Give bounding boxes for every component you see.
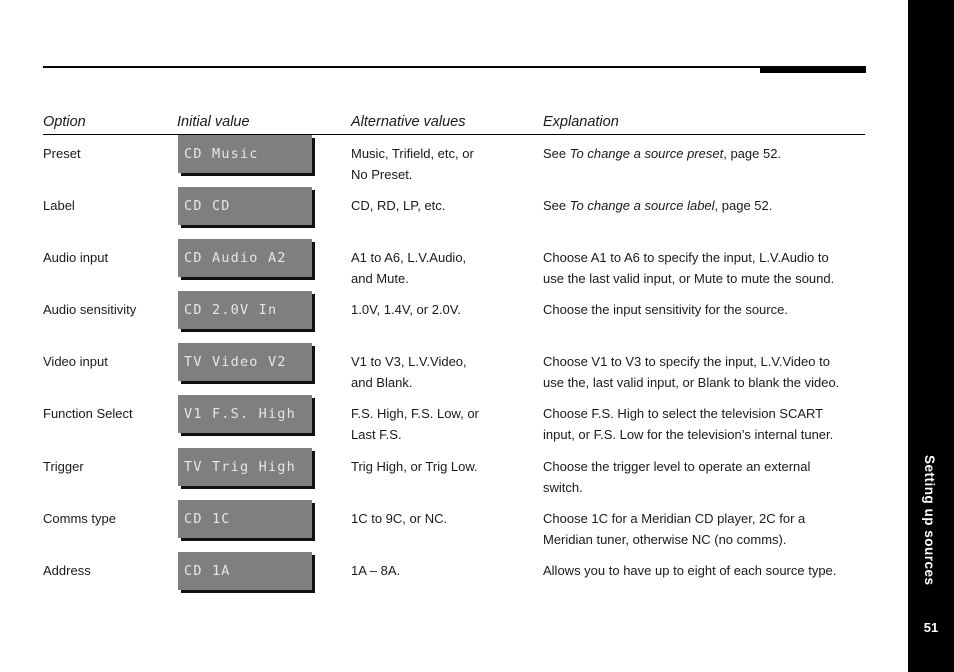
alternative-values: Trig High, or Trig Low. bbox=[351, 456, 531, 477]
alt-line-1: CD, RD, LP, etc. bbox=[351, 198, 446, 213]
option-name: Function Select bbox=[43, 406, 133, 421]
lcd-display: CD Audio A2 bbox=[178, 239, 312, 277]
explanation: Choose A1 to A6 to specify the input, L.… bbox=[543, 247, 873, 289]
alternative-values: 1C to 9C, or NC. bbox=[351, 508, 531, 529]
lcd-display: CD Music bbox=[178, 135, 312, 173]
exp-text: Choose 1C for a Meridian CD player, 2C f… bbox=[543, 511, 806, 526]
exp-text: Choose A1 to A6 to specify the input, L.… bbox=[543, 250, 829, 265]
explanation: Allows you to have up to eight of each s… bbox=[543, 560, 873, 581]
option-name: Trigger bbox=[43, 459, 84, 474]
lcd-display: CD 1A bbox=[178, 552, 312, 590]
top-rule bbox=[43, 66, 865, 68]
alt-line-1: A1 to A6, L.V.Audio, bbox=[351, 250, 467, 265]
option-name: Audio sensitivity bbox=[43, 302, 137, 317]
alternative-values: 1.0V, 1.4V, or 2.0V. bbox=[351, 299, 531, 320]
alt-line-1: 1.0V, 1.4V, or 2.0V. bbox=[351, 302, 461, 317]
alternative-values: CD, RD, LP, etc. bbox=[351, 195, 531, 216]
lcd-display: TV Trig High bbox=[178, 448, 312, 486]
header-alternative-values: Alternative values bbox=[351, 114, 466, 130]
cross-reference-link: To change a source preset bbox=[569, 146, 724, 161]
exp-line-1: Choose 1C for a Meridian CD player, 2C f… bbox=[543, 508, 873, 529]
exp-text: See bbox=[543, 146, 570, 161]
exp-text: Allows you to have up to eight of each s… bbox=[543, 563, 837, 578]
explanation: Choose V1 to V3 to specify the input, L.… bbox=[543, 351, 873, 393]
exp-text: Choose the input sensitivity for the sou… bbox=[543, 302, 788, 317]
exp-line-2: input, or F.S. Low for the television’s … bbox=[543, 427, 834, 442]
explanation: Choose F.S. High to select the televisio… bbox=[543, 403, 873, 445]
explanation: See To change a source label, page 52. bbox=[543, 195, 873, 216]
lcd-display: TV Video V2 bbox=[178, 343, 312, 381]
section-title: Setting up sources bbox=[922, 455, 937, 586]
alt-line-1: Trig High, or Trig Low. bbox=[351, 459, 478, 474]
exp-line-1: Choose the input sensitivity for the sou… bbox=[543, 299, 873, 320]
exp-text: Choose the trigger level to operate an e… bbox=[543, 459, 811, 474]
alternative-values: F.S. High, F.S. Low, or Last F.S. bbox=[351, 403, 531, 445]
option-name: Label bbox=[43, 198, 75, 213]
top-rule-accent bbox=[760, 66, 866, 73]
exp-line-2: use the, last valid input, or Blank to b… bbox=[543, 375, 840, 390]
exp-line-1: Allows you to have up to eight of each s… bbox=[543, 560, 873, 581]
alternative-values: 1A – 8A. bbox=[351, 560, 531, 581]
explanation: Choose the trigger level to operate an e… bbox=[543, 456, 873, 498]
header-initial-value: Initial value bbox=[177, 114, 250, 130]
table-header: Option Initial value Alternative values … bbox=[0, 114, 908, 132]
alt-line-1: 1C to 9C, or NC. bbox=[351, 511, 448, 526]
alt-line-1: 1A – 8A. bbox=[351, 563, 401, 578]
alt-line-2: and Blank. bbox=[351, 375, 413, 390]
exp-line-1: Choose F.S. High to select the televisio… bbox=[543, 403, 873, 424]
alternative-values: A1 to A6, L.V.Audio, and Mute. bbox=[351, 247, 531, 289]
option-name: Video input bbox=[43, 354, 108, 369]
alt-line-2: No Preset. bbox=[351, 167, 413, 182]
page-number: 51 bbox=[923, 620, 939, 635]
exp-text-post: , page 52. bbox=[714, 198, 773, 213]
exp-line-1: See To change a source preset, page 52. bbox=[543, 143, 873, 164]
option-name: Comms type bbox=[43, 511, 116, 526]
header-explanation: Explanation bbox=[543, 114, 619, 130]
lcd-display: CD 2.0V In bbox=[178, 291, 312, 329]
header-option: Option bbox=[43, 114, 86, 130]
lcd-display: CD 1C bbox=[178, 500, 312, 538]
option-name: Address bbox=[43, 563, 91, 578]
alt-line-1: F.S. High, F.S. Low, or bbox=[351, 406, 479, 421]
exp-line-1: Choose A1 to A6 to specify the input, L.… bbox=[543, 247, 873, 268]
exp-line-1: Choose V1 to V3 to specify the input, L.… bbox=[543, 351, 873, 372]
alt-line-1: V1 to V3, L.V.Video, bbox=[351, 354, 467, 369]
alt-line-1: Music, Trifield, etc, or bbox=[351, 146, 474, 161]
explanation: Choose 1C for a Meridian CD player, 2C f… bbox=[543, 508, 873, 550]
exp-text-post: , page 52. bbox=[723, 146, 782, 161]
cross-reference-link: To change a source label bbox=[569, 198, 715, 213]
explanation: See To change a source preset, page 52. bbox=[543, 143, 873, 164]
option-name: Preset bbox=[43, 146, 81, 161]
exp-text: Choose F.S. High to select the televisio… bbox=[543, 406, 824, 421]
alternative-values: Music, Trifield, etc, or No Preset. bbox=[351, 143, 531, 185]
exp-line-1: Choose the trigger level to operate an e… bbox=[543, 456, 873, 477]
exp-line-2: Meridian tuner, otherwise NC (no comms). bbox=[543, 532, 787, 547]
explanation: Choose the input sensitivity for the sou… bbox=[543, 299, 873, 320]
lcd-display: CD CD bbox=[178, 187, 312, 225]
exp-line-1: See To change a source label, page 52. bbox=[543, 195, 873, 216]
header-rule bbox=[43, 134, 865, 135]
exp-line-2: switch. bbox=[543, 480, 583, 495]
exp-text: See bbox=[543, 198, 570, 213]
option-name: Audio input bbox=[43, 250, 109, 265]
exp-text: Choose V1 to V3 to specify the input, L.… bbox=[543, 354, 830, 369]
alt-line-2: and Mute. bbox=[351, 271, 409, 286]
alt-line-2: Last F.S. bbox=[351, 427, 402, 442]
alternative-values: V1 to V3, L.V.Video, and Blank. bbox=[351, 351, 531, 393]
exp-line-2: use the last valid input, or Mute to mut… bbox=[543, 271, 835, 286]
lcd-display: V1 F.S. High bbox=[178, 395, 312, 433]
